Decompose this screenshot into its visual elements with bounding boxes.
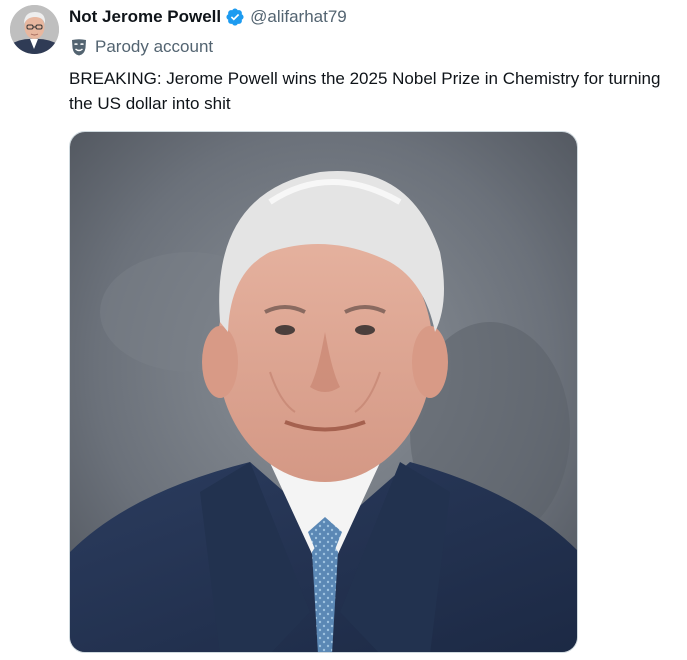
display-name[interactable]: Not Jerome Powell	[69, 7, 221, 27]
theater-mask-icon	[69, 37, 89, 57]
tweet-header: Not Jerome Powell @alifarhat79	[69, 6, 347, 28]
user-handle[interactable]: @alifarhat79	[250, 7, 347, 27]
avatar-photo	[10, 5, 59, 54]
portrait-photo	[70, 132, 577, 652]
tweet-text: BREAKING: Jerome Powell wins the 2025 No…	[69, 69, 666, 113]
tweet[interactable]: Not Jerome Powell @alifarhat79 Parody ac…	[0, 0, 687, 660]
parody-label-row: Parody account	[69, 36, 213, 58]
parody-account-label: Parody account	[95, 37, 214, 56]
verified-badge-icon[interactable]	[225, 7, 245, 27]
tweet-photo[interactable]	[69, 131, 578, 653]
avatar[interactable]	[10, 5, 59, 54]
